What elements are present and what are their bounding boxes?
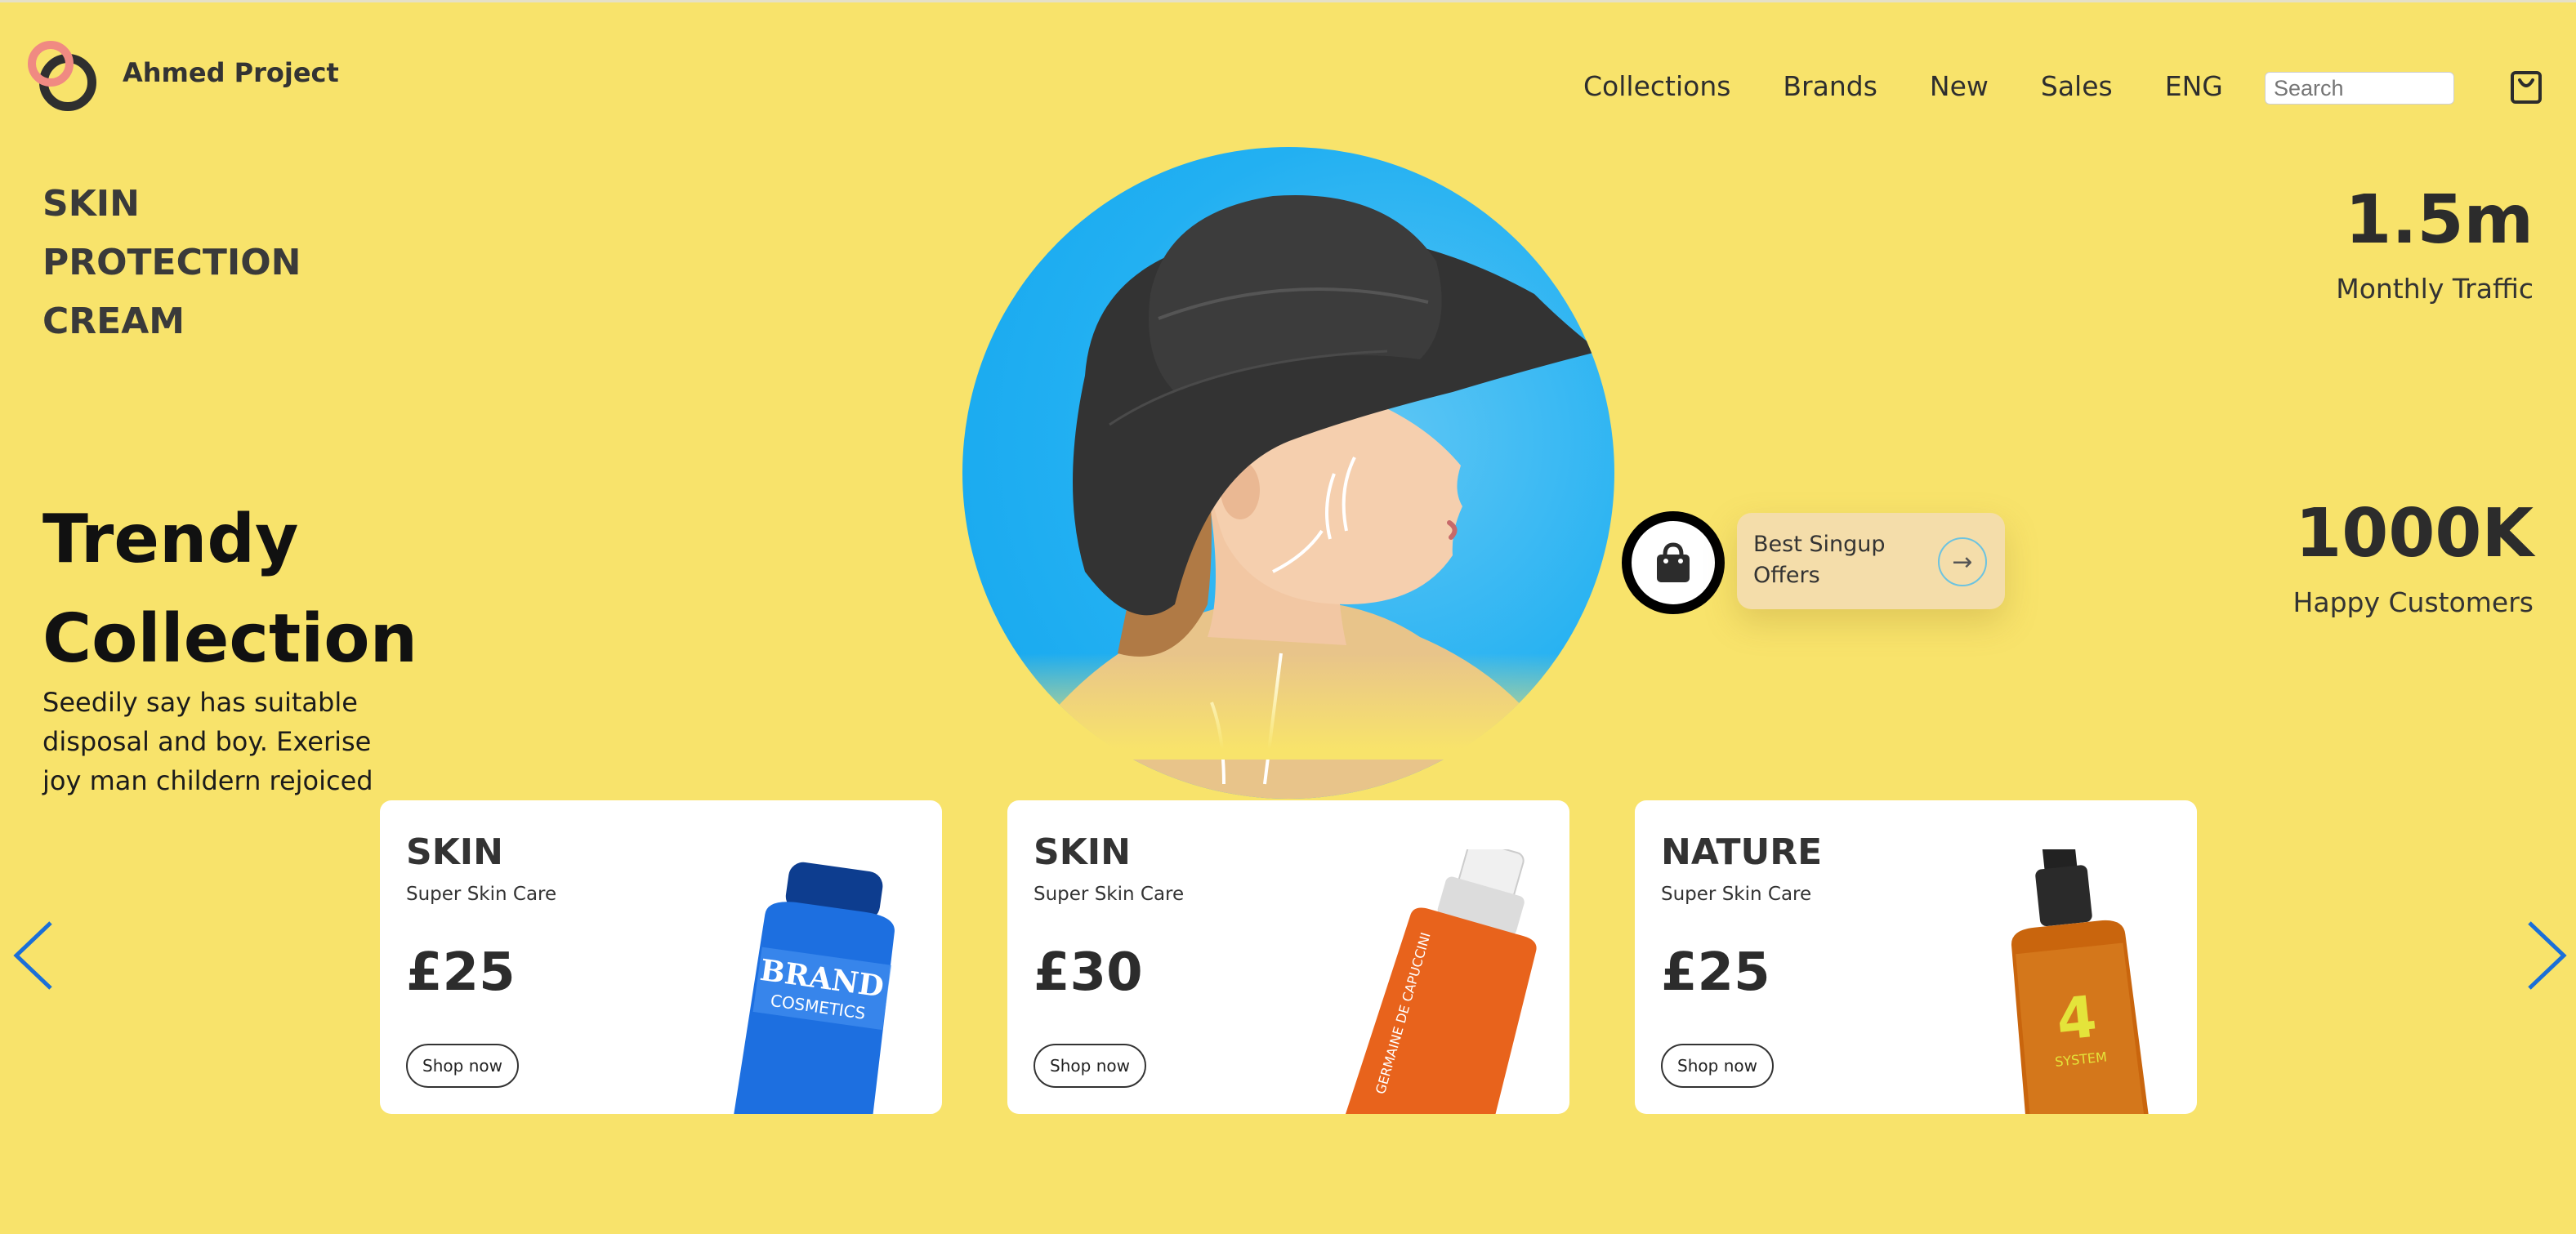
stat-customers-label: Happy Customers xyxy=(2293,586,2534,618)
tagline-line: CREAM xyxy=(42,301,185,342)
offer-bag-button[interactable] xyxy=(1622,511,1725,614)
offer-card[interactable]: Best Singup Offers → xyxy=(1737,513,2005,609)
product-card[interactable]: SKIN Super Skin Care £30 Shop now GERMAI… xyxy=(1007,800,1569,1114)
main-nav: Collections Brands New Sales ENG xyxy=(1583,70,2223,102)
product-subtitle: Super Skin Care xyxy=(1661,884,1812,905)
tagline-line: PROTECTION xyxy=(42,242,301,283)
nav-new[interactable]: New xyxy=(1930,70,1989,102)
logo-ring-pink xyxy=(28,41,74,87)
hero-title-line: Trendy xyxy=(42,501,299,578)
hero-description: Seedily say has suitable disposal and bo… xyxy=(42,687,373,796)
product-price: £25 xyxy=(1661,942,1770,1003)
logo-icon[interactable] xyxy=(28,41,101,114)
chevron-left-icon[interactable] xyxy=(8,918,57,993)
hero-title-line: Collection xyxy=(42,600,417,678)
offer-text: Best Singup Offers xyxy=(1753,532,1886,588)
product-card[interactable]: NATURE Super Skin Care £25 Shop now 4 SY… xyxy=(1635,800,2197,1114)
top-border xyxy=(0,0,2576,2)
stat-traffic-label: Monthly Traffic xyxy=(2336,273,2534,305)
product-bottle-image: 4 SYSTEM xyxy=(2011,849,2153,1114)
product-subtitle: Super Skin Care xyxy=(1034,884,1185,905)
product-title: SKIN xyxy=(406,831,503,873)
nav-brands[interactable]: Brands xyxy=(1783,70,1877,102)
stat-customers-value: 1000K xyxy=(2295,495,2534,572)
nav-collections[interactable]: Collections xyxy=(1583,70,1730,102)
product-bottle-image: BRAND COSMETICS xyxy=(730,862,895,1114)
tagline-line: SKIN xyxy=(42,183,140,225)
nav-language[interactable]: ENG xyxy=(2165,70,2223,102)
nav-sales[interactable]: Sales xyxy=(2041,70,2113,102)
brand-name[interactable]: Ahmed Project xyxy=(123,57,339,88)
hero-fade xyxy=(962,653,1614,760)
shop-now-button[interactable]: Shop now xyxy=(1034,1044,1146,1088)
shopping-bag-icon[interactable] xyxy=(2510,70,2543,105)
product-price: £30 xyxy=(1034,942,1143,1003)
hero-tagline: SKIN PROTECTION CREAM xyxy=(42,175,301,351)
search-input[interactable] xyxy=(2265,72,2454,105)
chevron-right-icon[interactable] xyxy=(2523,918,2572,993)
product-subtitle: Super Skin Care xyxy=(406,884,557,905)
hero-title: Trendy Collection xyxy=(42,490,417,689)
product-bottle-image: GERMAINE DE CAPUCCINI xyxy=(1339,849,1537,1114)
product-price: £25 xyxy=(406,942,516,1003)
shop-now-button[interactable]: Shop now xyxy=(406,1044,519,1088)
product-title: SKIN xyxy=(1034,831,1131,873)
arrow-right-icon[interactable]: → xyxy=(1938,537,1987,586)
shopping-bag-icon xyxy=(1657,542,1690,582)
svg-text:4: 4 xyxy=(2053,983,2100,1054)
product-card[interactable]: SKIN Super Skin Care £25 Shop now BRAND … xyxy=(380,800,942,1114)
shop-now-button[interactable]: Shop now xyxy=(1661,1044,1774,1088)
stat-traffic-value: 1.5m xyxy=(2345,181,2534,259)
product-title: NATURE xyxy=(1661,831,1823,873)
